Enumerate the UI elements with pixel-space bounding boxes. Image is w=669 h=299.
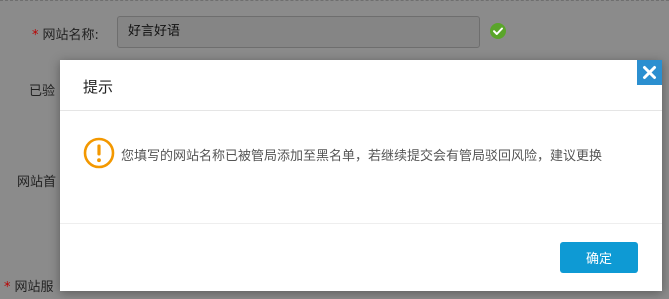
check-circle-icon bbox=[490, 23, 506, 39]
confirm-button[interactable]: 确定 bbox=[560, 242, 638, 273]
dialog-message: 您填写的网站名称已被管局添加至黑名单，若继续提交会有管局驳回风险，建议更换 bbox=[121, 149, 603, 164]
site-name-label-text: 网站名称: bbox=[42, 28, 99, 43]
required-mark: * bbox=[32, 28, 39, 43]
required-mark: * bbox=[4, 280, 11, 295]
site-name-input[interactable]: 好言好语 bbox=[117, 16, 480, 48]
dialog-title: 提示 bbox=[83, 78, 114, 96]
close-icon bbox=[643, 66, 656, 79]
close-button[interactable] bbox=[637, 60, 662, 85]
homepage-label: 网站首 bbox=[17, 175, 57, 190]
dialog-footer: 确定 bbox=[60, 223, 662, 291]
dialog-header: 提示 bbox=[60, 60, 662, 111]
alert-dialog: 提示 您填写的网站名称已被管局添加至黑名单，若继续提交会有管局驳回风险，建议更换… bbox=[60, 60, 662, 291]
site-name-label: * 网站名称: bbox=[32, 24, 99, 43]
service-label-text: 网站服 bbox=[14, 280, 54, 295]
exclamation-circle-icon bbox=[83, 137, 115, 169]
dialog-body: 您填写的网站名称已被管局添加至黑名单，若继续提交会有管局驳回风险，建议更换 bbox=[60, 112, 662, 223]
top-divider bbox=[0, 0, 669, 1]
verified-label: 已验 bbox=[29, 84, 56, 99]
service-label: * 网站服 bbox=[4, 276, 54, 295]
